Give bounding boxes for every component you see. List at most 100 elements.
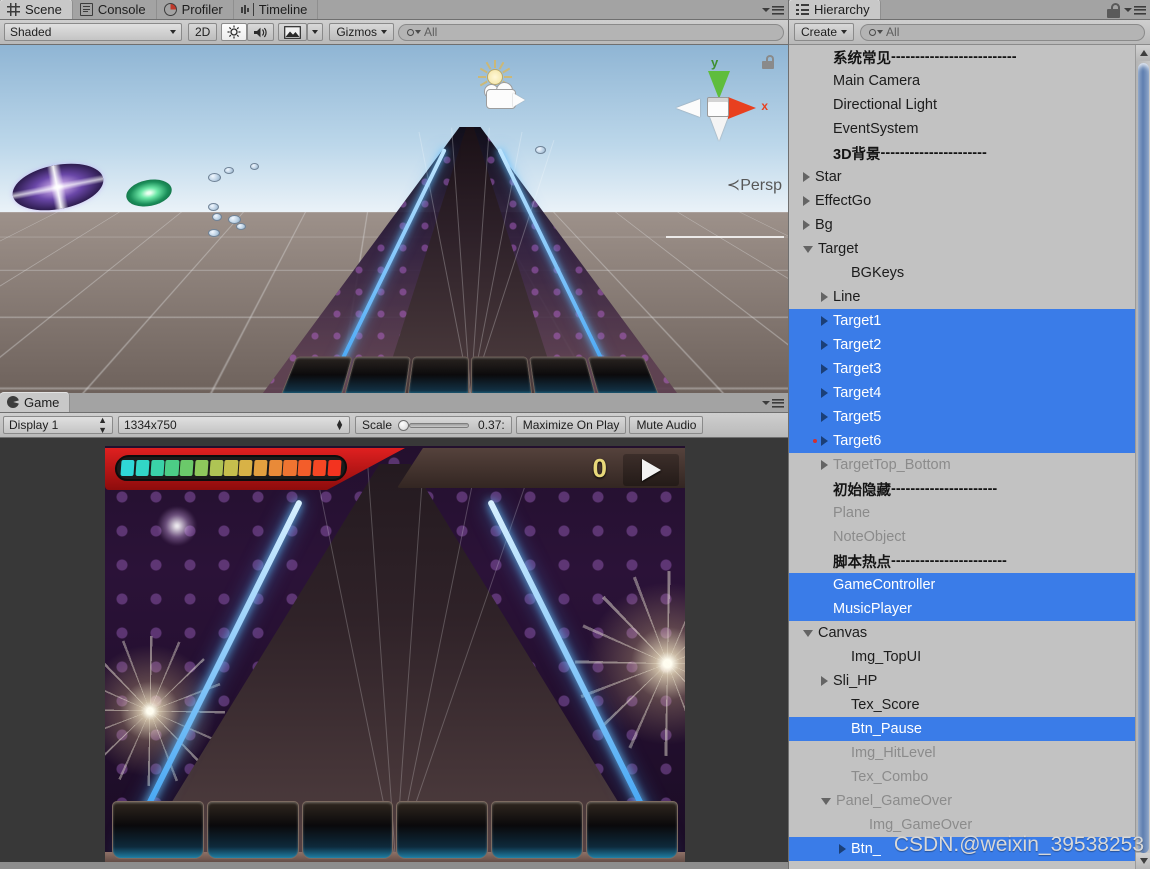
hierarchy-item-NoteObject[interactable]: NoteObject xyxy=(789,525,1150,549)
left-column: Scene Console Profiler Timeline Shaded 2… xyxy=(0,0,788,869)
chevron-right-icon[interactable] xyxy=(821,292,828,302)
hierarchy-item-Tex_Score[interactable]: Tex_Score xyxy=(789,693,1150,717)
hierarchy-item-Target3[interactable]: Target3 xyxy=(789,357,1150,381)
hierarchy-item-Target1[interactable]: Target1 xyxy=(789,309,1150,333)
effects-toggle-button[interactable] xyxy=(278,23,308,41)
maximize-on-play-button[interactable]: Maximize On Play xyxy=(515,416,627,434)
scene-panel-menu-button[interactable] xyxy=(762,3,784,17)
scene-lock-icon[interactable] xyxy=(762,55,774,69)
hierarchy-item-Target2[interactable]: Target2 xyxy=(789,333,1150,357)
chevron-right-icon[interactable] xyxy=(803,172,810,182)
scroll-up-button[interactable] xyxy=(1136,45,1150,61)
effects-dropdown-button[interactable] xyxy=(307,23,324,41)
hierarchy-item-Btn_Pause[interactable]: Btn_Pause xyxy=(789,717,1150,741)
hp-segment xyxy=(268,460,283,476)
tab-profiler[interactable]: Profiler xyxy=(156,0,234,19)
hierarchy-scrollbar[interactable] xyxy=(1135,45,1150,869)
hierarchy-tree[interactable]: 系统常见 -------------------------- Main Camer… xyxy=(789,45,1150,869)
chevron-right-icon[interactable] xyxy=(821,412,828,422)
hierarchy-item-EffectGo[interactable]: EffectGo xyxy=(789,189,1150,213)
lighting-toggle-button[interactable] xyxy=(221,23,248,41)
hierarchy-item-DirectionalLight[interactable]: Directional Light xyxy=(789,93,1150,117)
hierarchy-item-Img_GameOver[interactable]: Img_GameOver xyxy=(789,813,1150,837)
audio-toggle-button[interactable] xyxy=(247,23,275,41)
mute-audio-button[interactable]: Mute Audio xyxy=(629,416,704,434)
scene-search-input[interactable]: All xyxy=(398,23,784,41)
hp-segment xyxy=(223,460,239,476)
hierarchy-item-TargetTop_Bottom[interactable]: TargetTop_Bottom xyxy=(789,453,1150,477)
chevron-down-icon[interactable] xyxy=(821,797,831,805)
hierarchy-search-input[interactable]: All xyxy=(860,23,1145,41)
main-camera-gizmo[interactable] xyxy=(482,81,530,111)
hierarchy-item-MainCamera[interactable]: Main Camera xyxy=(789,69,1150,93)
hierarchy-item-[interactable]: 脚本热点 ------------------------ xyxy=(789,549,1150,573)
tab-hierarchy[interactable]: Hierarchy xyxy=(789,0,881,19)
chevron-right-icon[interactable] xyxy=(821,460,828,470)
hierarchy-item-3D[interactable]: 3D背景 ---------------------- xyxy=(789,141,1150,165)
hierarchy-item-Img_HitLevel[interactable]: Img_HitLevel xyxy=(789,741,1150,765)
chevron-down-icon[interactable] xyxy=(803,245,813,253)
hierarchy-item-Btn_[interactable]: Btn_ xyxy=(789,837,1150,861)
chevron-right-icon[interactable] xyxy=(821,340,828,350)
pause-button[interactable] xyxy=(623,454,679,486)
hierarchy-item-Star[interactable]: Star xyxy=(789,165,1150,189)
gizmos-dropdown-button[interactable]: Gizmos xyxy=(329,23,395,41)
hierarchy-panel-menu-button[interactable] xyxy=(1124,3,1146,17)
hierarchy-item-[interactable]: 系统常见 -------------------------- xyxy=(789,45,1150,69)
scene-viewport[interactable]: y x ≺Persp xyxy=(0,45,788,393)
hierarchy-item-[interactable]: 初始隐藏 ---------------------- xyxy=(789,477,1150,501)
chevron-down-icon xyxy=(312,30,319,34)
hierarchy-item-Bg[interactable]: Bg xyxy=(789,213,1150,237)
hierarchy-item-Target[interactable]: Target xyxy=(789,237,1150,261)
hierarchy-item-Target4[interactable]: Target4 xyxy=(789,381,1150,405)
scene-axis-gizmo[interactable]: y x xyxy=(660,55,770,160)
hierarchy-item-Target6[interactable]: Target6 xyxy=(789,429,1150,453)
scale-slider-handle[interactable] xyxy=(398,420,410,431)
axis-y-cone[interactable] xyxy=(708,71,730,99)
chevron-right-icon[interactable] xyxy=(821,316,828,326)
axis-center-cube[interactable] xyxy=(707,97,729,117)
hierarchy-item-Canvas[interactable]: Canvas xyxy=(789,621,1150,645)
draw-mode-dropdown[interactable]: Shaded xyxy=(4,23,182,41)
scrollbar-thumb[interactable] xyxy=(1138,63,1149,853)
scale-slider[interactable] xyxy=(398,420,472,431)
tab-scene[interactable]: Scene xyxy=(0,0,73,19)
tab-timeline[interactable]: Timeline xyxy=(233,0,319,19)
hierarchy-item-GameController[interactable]: GameController xyxy=(789,573,1150,597)
scroll-down-button[interactable] xyxy=(1136,853,1150,869)
game-viewport[interactable]: 0 xyxy=(0,438,788,862)
axis-x-cone[interactable] xyxy=(728,97,756,119)
chevron-right-icon[interactable] xyxy=(821,388,828,398)
chevron-right-icon[interactable] xyxy=(803,220,810,230)
chevron-right-icon[interactable] xyxy=(821,364,828,374)
hierarchy-item-Sli_HP[interactable]: Sli_HP xyxy=(789,669,1150,693)
tab-game[interactable]: Game xyxy=(0,392,71,412)
display-dropdown[interactable]: Display 1 ▲ ▼ xyxy=(3,415,113,435)
chevron-down-icon[interactable] xyxy=(803,629,813,637)
chevron-right-icon[interactable] xyxy=(839,844,846,854)
hierarchy-item-Line[interactable]: Line xyxy=(789,285,1150,309)
hierarchy-item-Target5[interactable]: Target5 xyxy=(789,405,1150,429)
chevron-right-icon[interactable] xyxy=(803,196,810,206)
hierarchy-item-BGKeys[interactable]: BGKeys xyxy=(789,261,1150,285)
tab-console[interactable]: Console xyxy=(72,0,157,19)
lock-icon[interactable] xyxy=(1107,3,1120,18)
hierarchy-item-Plane[interactable]: Plane xyxy=(789,501,1150,525)
game-panel-menu-button[interactable] xyxy=(762,396,784,410)
axis-x-negative-cone[interactable] xyxy=(676,99,700,117)
hierarchy-item-Panel_GameOver[interactable]: Panel_GameOver xyxy=(789,789,1150,813)
chevron-right-icon[interactable] xyxy=(821,436,828,446)
hierarchy-item-Tex_Combo[interactable]: Tex_Combo xyxy=(789,765,1150,789)
scale-slider-group[interactable]: Scale 0.37: xyxy=(355,416,512,434)
create-button[interactable]: Create xyxy=(794,23,855,41)
axis-y-negative-cone[interactable] xyxy=(710,117,728,141)
projection-label-wrap[interactable]: ≺Persp xyxy=(727,175,782,195)
hierarchy-item-Img_TopUI[interactable]: Img_TopUI xyxy=(789,645,1150,669)
hierarchy-item-EventSystem[interactable]: EventSystem xyxy=(789,117,1150,141)
resolution-dropdown[interactable]: 1334x750 ▲ ▼ xyxy=(118,416,350,434)
toggle-2d-button[interactable]: 2D xyxy=(188,23,218,41)
chevron-right-icon[interactable] xyxy=(821,676,828,686)
chevron-down-icon xyxy=(1124,8,1132,12)
hierarchy-item-MusicPlayer[interactable]: MusicPlayer xyxy=(789,597,1150,621)
